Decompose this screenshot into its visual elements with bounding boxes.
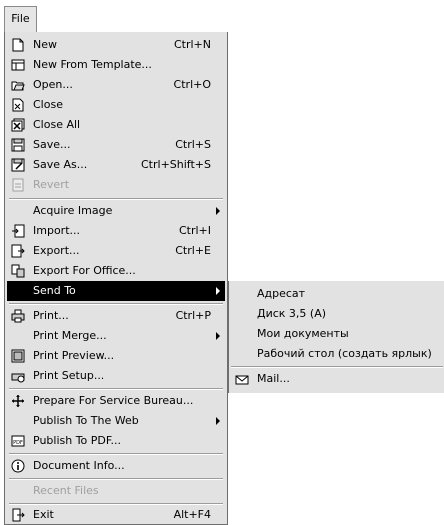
exit-icon (11, 508, 25, 522)
submenu-arrow-icon (216, 287, 220, 295)
send-to-item-floppy-drive[interactable]: Диск 3,5 (A) (229, 304, 443, 324)
send-to-item-mail[interactable]: Mail... (229, 369, 443, 389)
menu-item-revert: Revert (7, 175, 225, 195)
template-icon (11, 58, 25, 72)
submenu-arrow-icon (216, 417, 220, 425)
menu-file[interactable]: File (4, 6, 37, 32)
menu-item-export-for-office[interactable]: Export For Office... (7, 261, 225, 281)
menu-item-publish-pdf[interactable]: PDF Publish To PDF... (7, 431, 225, 451)
menu-separator (9, 303, 223, 305)
menu-item-acquire-image[interactable]: Acquire Image (7, 201, 225, 221)
menu-item-print-preview[interactable]: Print Preview... (7, 346, 225, 366)
menu-item-open[interactable]: Open... Ctrl+O (7, 75, 225, 95)
info-icon (11, 459, 25, 473)
menu-item-save[interactable]: Save... Ctrl+S (7, 135, 225, 155)
save-as-icon (11, 158, 25, 172)
printer-icon (11, 309, 25, 323)
close-document-icon (11, 98, 25, 112)
revert-icon (11, 178, 25, 192)
send-to-submenu: Адресат Диск 3,5 (A) Мои документы Рабоч… (228, 281, 444, 393)
submenu-arrow-icon (216, 332, 220, 340)
menu-item-send-to[interactable]: Send To (7, 281, 225, 301)
menu-item-save-as[interactable]: Save As... Ctrl+Shift+S (7, 155, 225, 175)
menu-item-print-setup[interactable]: Print Setup... (7, 366, 225, 386)
menu-item-recent-files: Recent Files (33, 484, 99, 497)
menu-item-close-all[interactable]: Close All (7, 115, 225, 135)
menu-item-new-from-template[interactable]: New From Template... (7, 55, 225, 75)
menu-item-print-merge[interactable]: Print Merge... (7, 326, 225, 346)
menu-item-exit[interactable]: Exit Alt+F4 (7, 505, 225, 525)
export-office-icon (11, 264, 25, 278)
menu-separator (9, 453, 223, 455)
menu-item-document-info[interactable]: Document Info... (7, 456, 225, 476)
menu-item-prepare-service-bureau[interactable]: Prepare For Service Bureau... (7, 391, 225, 411)
pdf-icon: PDF (11, 434, 25, 448)
save-icon (11, 138, 25, 152)
menu-separator (9, 198, 223, 200)
menu-item-close[interactable]: Close (7, 95, 225, 115)
open-folder-icon (11, 78, 25, 92)
export-icon (11, 244, 25, 258)
print-setup-icon (11, 369, 25, 383)
menu-item-export[interactable]: Export... Ctrl+E (7, 241, 225, 261)
menu-item-print[interactable]: Print... Ctrl+P (7, 306, 225, 326)
menu-item-publish-web[interactable]: Publish To The Web (7, 411, 225, 431)
close-all-icon (11, 118, 25, 132)
menu-bar: File (0, 0, 444, 33)
menu-separator (231, 366, 443, 368)
menu-item-import[interactable]: Import... Ctrl+I (7, 221, 225, 241)
menu-separator (9, 478, 223, 480)
file-menu: New Ctrl+N New From Template... Open... … (4, 32, 228, 525)
menu-item-new[interactable]: New Ctrl+N (7, 35, 225, 55)
send-to-item-recipient[interactable]: Адресат (229, 284, 443, 304)
service-bureau-icon (11, 394, 25, 408)
print-preview-icon (11, 349, 25, 363)
send-to-item-my-documents[interactable]: Мои документы (229, 324, 443, 344)
import-icon (11, 224, 25, 238)
send-to-item-desktop-shortcut[interactable]: Рабочий стол (создать ярлык) (229, 344, 443, 364)
svg-text:PDF: PDF (13, 440, 23, 446)
submenu-arrow-icon (216, 207, 220, 215)
new-document-icon (11, 38, 25, 52)
menu-separator (9, 388, 223, 390)
mail-icon (235, 372, 249, 386)
